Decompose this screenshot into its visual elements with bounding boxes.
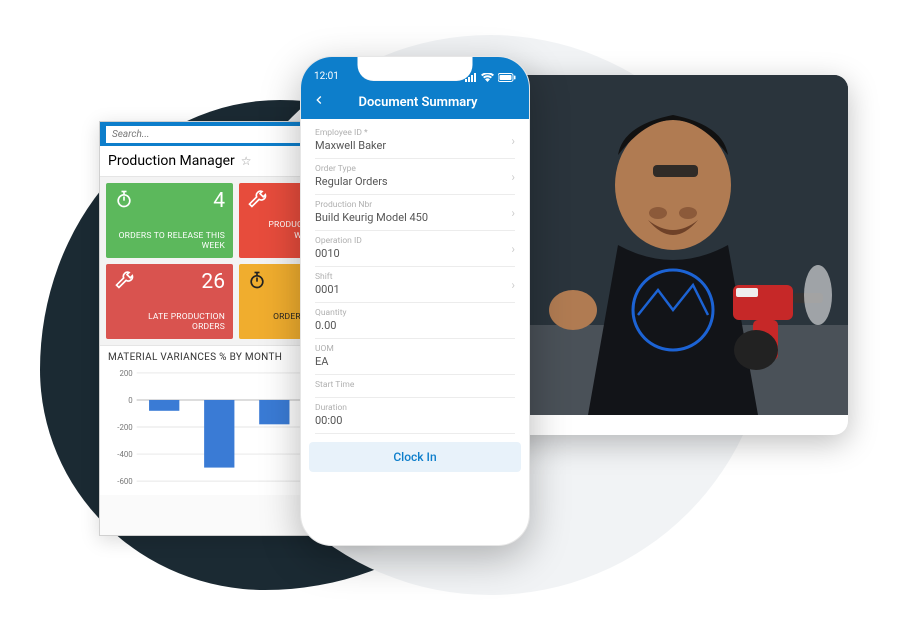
field-value: 0001	[315, 283, 515, 296]
form-field[interactable]: Shift0001›	[315, 267, 515, 303]
wrench-icon	[247, 189, 267, 213]
field-value: EA	[315, 355, 515, 368]
phone-header: Document Summary	[301, 85, 529, 119]
form-field[interactable]: Operation ID0010›	[315, 231, 515, 267]
field-label: Start Time	[315, 380, 515, 390]
chevron-right-icon: ›	[511, 134, 515, 148]
screen-title: Document Summary	[317, 95, 519, 110]
form-field[interactable]: Order TypeRegular Orders›	[315, 159, 515, 195]
status-time: 12:01	[314, 71, 339, 82]
field-label: Shift	[315, 272, 515, 282]
svg-text:200: 200	[119, 369, 132, 378]
form-field: UOMEA	[315, 339, 515, 375]
kpi-label: ORDERS TO RELEASE THIS WEEK	[114, 231, 225, 252]
wrench-icon	[114, 270, 134, 294]
field-value: Regular Orders	[315, 175, 515, 188]
field-label: Employee ID *	[315, 128, 515, 138]
chevron-right-icon: ›	[511, 170, 515, 184]
field-label: Order Type	[315, 164, 515, 174]
stopwatch-icon	[114, 189, 134, 213]
field-value: 0.00	[315, 319, 515, 332]
field-label: Quantity	[315, 308, 515, 318]
field-label: Production Nbr	[315, 200, 515, 210]
form-field[interactable]: Employee ID *Maxwell Baker›	[315, 123, 515, 159]
kpi-tile[interactable]: 4 ORDERS TO RELEASE THIS WEEK	[106, 183, 233, 258]
kpi-value: 26	[201, 270, 225, 294]
field-value: Maxwell Baker	[315, 139, 515, 152]
worker-photo	[498, 75, 848, 415]
clock-in-button[interactable]: Clock In	[309, 442, 521, 472]
stopwatch-icon	[247, 270, 267, 294]
form-field[interactable]: Production NbrBuild Keurig Model 450›	[315, 195, 515, 231]
kpi-tile[interactable]: 26 LATE PRODUCTION ORDERS	[106, 264, 233, 339]
field-label: Duration	[315, 403, 515, 413]
svg-text:-600: -600	[117, 477, 132, 486]
mobile-device: 12:01 Document Summary Employee ID *Maxw…	[300, 56, 530, 546]
svg-text:-200: -200	[117, 423, 132, 432]
form-field: Duration00:00	[315, 398, 515, 434]
wifi-icon	[481, 73, 494, 82]
form-field: Quantity0.00	[315, 303, 515, 339]
page-title: Production Manager	[108, 153, 235, 169]
field-label: Operation ID	[315, 236, 515, 246]
field-label: UOM	[315, 344, 515, 354]
field-value: 00:00	[315, 414, 515, 427]
chevron-right-icon: ›	[511, 278, 515, 292]
battery-icon	[498, 73, 516, 82]
chevron-right-icon: ›	[511, 206, 515, 220]
search-placeholder: Search...	[112, 129, 149, 140]
worker-photo-card	[498, 75, 848, 435]
field-value: Build Keurig Model 450	[315, 211, 515, 224]
clock-in-label: Clock In	[393, 450, 436, 464]
svg-text:0: 0	[128, 396, 132, 405]
form-body: Employee ID *Maxwell Baker›Order TypeReg…	[301, 119, 529, 434]
chevron-right-icon: ›	[511, 242, 515, 256]
svg-text:-400: -400	[117, 450, 132, 459]
form-field: Start Time	[315, 375, 515, 398]
phone-notch	[358, 57, 473, 81]
field-value: 0010	[315, 247, 515, 260]
kpi-label: LATE PRODUCTION ORDERS	[114, 312, 225, 333]
favorite-star-icon[interactable]: ☆	[241, 154, 252, 168]
kpi-value: 4	[213, 189, 225, 213]
